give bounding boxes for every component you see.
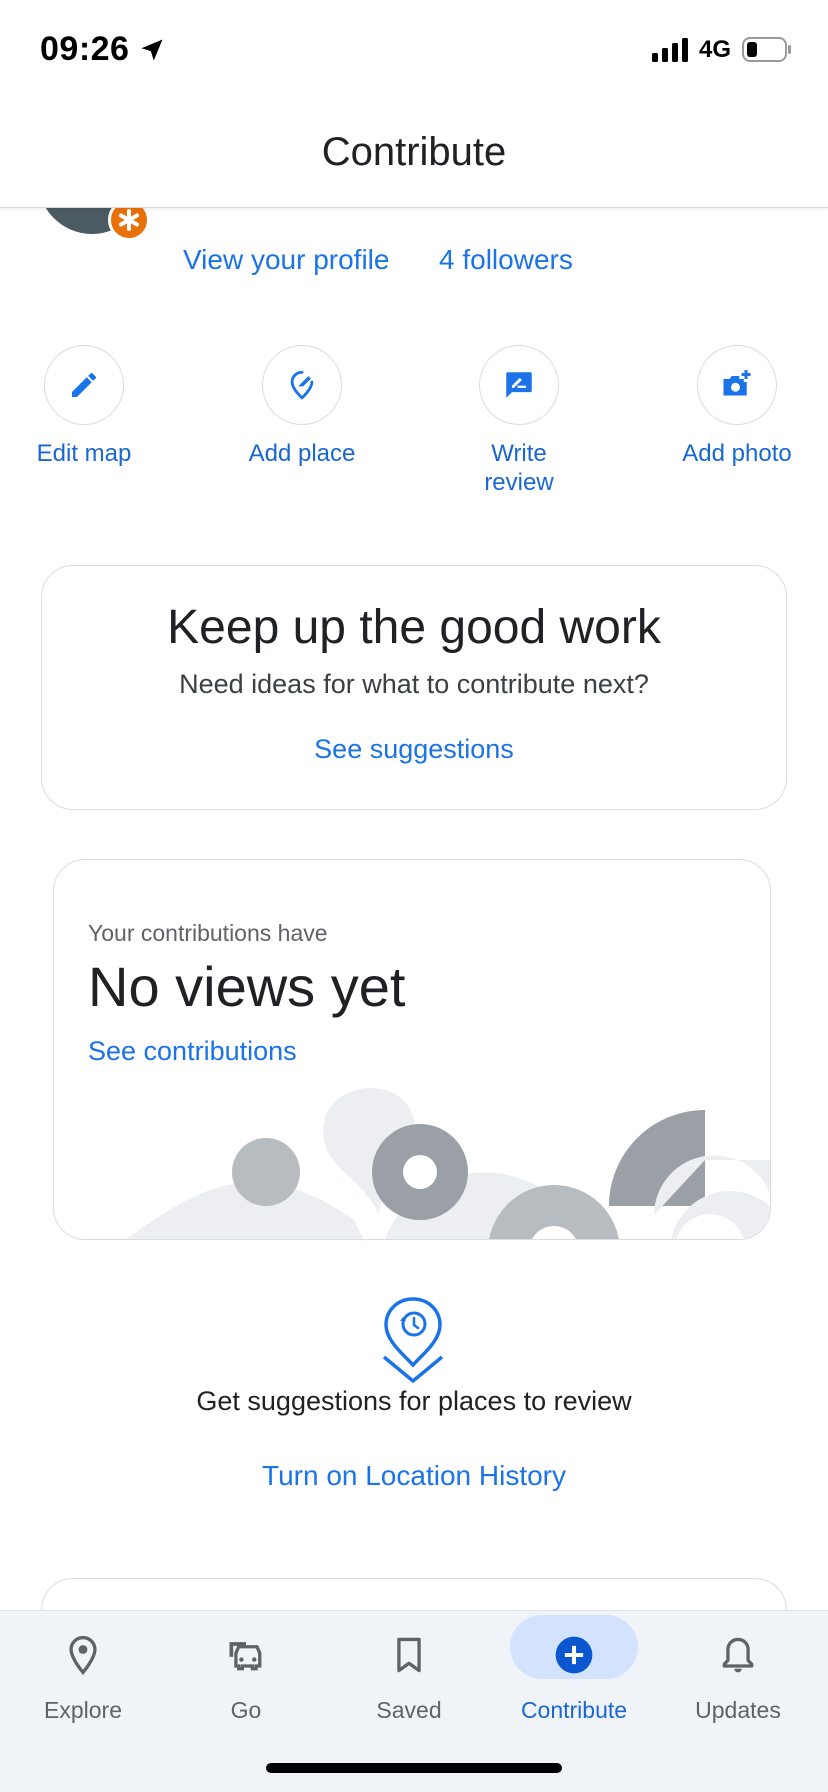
battery-icon <box>742 37 791 62</box>
pencil-icon <box>72 372 97 397</box>
nav-explore-label: Explore <box>44 1697 122 1723</box>
write-review-label: Write review <box>484 440 554 496</box>
nav-explore[interactable]: Explore <box>0 1611 166 1731</box>
plus-circle-icon <box>555 1636 593 1674</box>
page-title: Contribute <box>321 130 507 174</box>
nav-saved-label: Saved <box>376 1697 442 1723</box>
suggestions-card-title: Keep up the good work <box>167 601 661 654</box>
nav-go[interactable]: Go <box>163 1611 329 1731</box>
write-review-action[interactable]: Write review <box>439 345 599 497</box>
decorative-illustration <box>126 1087 770 1239</box>
add-place-icon <box>290 370 314 400</box>
location-history-text: Get suggestions for places to review <box>196 1386 632 1416</box>
add-photo-icon <box>723 370 751 396</box>
suggestions-card-subtitle: Need ideas for what to contribute next? <box>179 669 649 699</box>
nav-updates[interactable]: Updates <box>655 1611 821 1731</box>
nav-go-label: Go <box>230 1697 262 1723</box>
write-review-icon <box>506 372 532 398</box>
nav-contribute[interactable]: Contribute <box>491 1611 657 1731</box>
view-profile-link[interactable]: View your profile <box>183 244 389 276</box>
followers-link[interactable]: 4 followers <box>439 244 573 276</box>
add-photo-action[interactable]: Add photo <box>657 345 817 468</box>
status-time: 09:26 <box>40 30 130 68</box>
see-suggestions-link[interactable]: See suggestions <box>314 734 514 765</box>
add-photo-label: Add photo <box>682 440 792 467</box>
nav-updates-label: Updates <box>695 1697 781 1723</box>
suggestions-card: Keep up the good work Need ideas for wha… <box>41 565 787 810</box>
signal-icon <box>652 38 688 62</box>
views-card-eyebrow: Your contributions have <box>88 920 328 946</box>
bookmark-icon <box>397 1637 421 1673</box>
location-history-icon <box>382 1297 444 1383</box>
see-contributions-link[interactable]: See contributions <box>88 1036 297 1067</box>
edit-map-action[interactable]: Edit map <box>4 345 164 468</box>
views-card-title: No views yet <box>88 955 406 1018</box>
add-place-action[interactable]: Add place <box>222 345 382 468</box>
status-bar: 09:26 4G <box>0 0 828 100</box>
location-arrow-icon <box>141 39 163 61</box>
car-icon <box>229 1642 262 1671</box>
app-header: Contribute <box>0 100 828 208</box>
views-card[interactable]: Your contributions have No views yet See… <box>53 859 771 1240</box>
add-place-label: Add place <box>248 440 356 467</box>
turn-on-location-history-link[interactable]: Turn on Location History <box>0 1460 828 1492</box>
nav-saved[interactable]: Saved <box>326 1611 492 1731</box>
home-indicator <box>266 1763 562 1773</box>
nav-contribute-label: Contribute <box>520 1697 628 1723</box>
network-type: 4G <box>699 36 732 63</box>
map-pin-icon <box>69 1635 97 1675</box>
edit-map-label: Edit map <box>36 440 132 467</box>
bell-icon <box>722 1637 754 1673</box>
